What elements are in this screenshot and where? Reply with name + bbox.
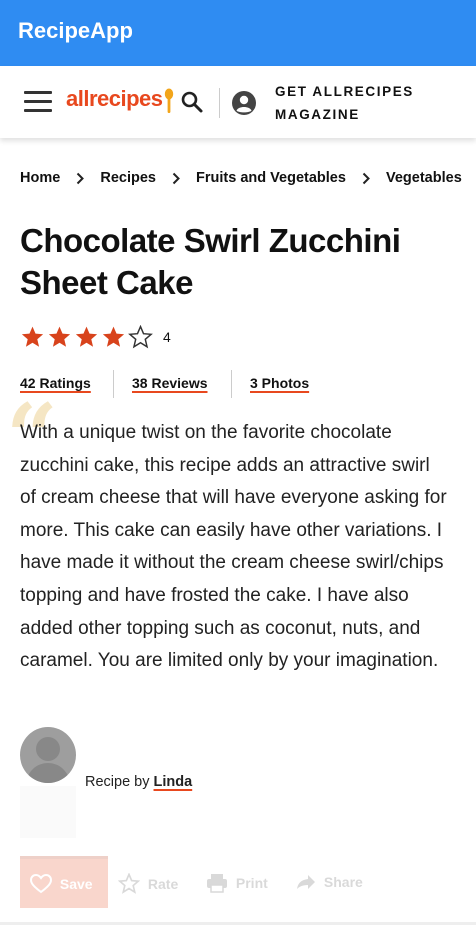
avatar[interactable] <box>20 727 76 783</box>
menu-icon[interactable] <box>24 91 52 113</box>
breadcrumb-home[interactable]: Home <box>20 170 60 186</box>
photos-link[interactable]: 3 Photos <box>250 375 309 391</box>
magazine-line1: GET ALLRECIPES <box>275 84 414 99</box>
breadcrumb-fruits-vegetables[interactable]: Fruits and Vegetables <box>196 170 346 186</box>
stats-divider <box>231 370 232 398</box>
print-label: Print <box>235 875 268 891</box>
chevron-right-icon <box>172 172 180 184</box>
heart-icon <box>29 873 53 894</box>
star-outline-icon <box>117 872 141 894</box>
star-filled-icon <box>21 326 44 347</box>
rating-count: 4 <box>163 329 171 345</box>
star-filled-icon <box>102 326 125 347</box>
author-link[interactable]: Linda <box>154 774 193 790</box>
breadcrumb: Home Recipes Fruits and Vegetables Veget… <box>20 170 476 190</box>
reviews-link[interactable]: 38 Reviews <box>132 375 208 391</box>
star-filled-icon <box>75 326 98 347</box>
breadcrumb-recipes[interactable]: Recipes <box>100 170 156 186</box>
header-divider <box>219 88 220 118</box>
chevron-right-icon <box>77 172 85 184</box>
app-title: RecipeApp <box>18 18 133 43</box>
account-icon[interactable] <box>231 90 257 116</box>
recipe-byline: Recipe by Linda <box>85 774 192 790</box>
star-rating[interactable]: 4 <box>20 325 171 349</box>
breadcrumb-vegetables[interactable]: Vegetables <box>386 170 462 186</box>
share-arrow-icon <box>297 875 315 890</box>
recipe-description: With a unique twist on the favorite choc… <box>20 422 447 672</box>
spoon-icon <box>164 88 174 113</box>
rate-button[interactable]: Rate <box>117 872 179 894</box>
share-label: Share <box>323 874 363 891</box>
app-bar: RecipeApp <box>0 0 476 66</box>
chevron-right-icon <box>362 172 370 184</box>
search-icon[interactable] <box>180 90 204 114</box>
printer-icon <box>207 874 227 893</box>
share-button[interactable]: Share <box>296 873 363 890</box>
print-button[interactable]: Print <box>206 873 268 893</box>
byline-prefix: Recipe by <box>85 774 150 790</box>
star-empty-icon <box>128 325 153 349</box>
rate-label: Rate <box>147 875 179 892</box>
stats-divider <box>113 370 114 398</box>
save-button[interactable]: Save <box>20 856 108 908</box>
action-bar: Save Rate Print Share <box>20 856 372 908</box>
site-logo[interactable]: allrecipes <box>66 86 163 112</box>
avatar-placeholder <box>20 786 76 838</box>
site-header: allrecipes GET ALLRECIPES MAGAZINE <box>0 66 476 138</box>
save-label: Save <box>59 876 93 892</box>
star-filled-icon <box>48 326 71 347</box>
recipe-title: Chocolate Swirl Zucchini Sheet Cake <box>20 222 401 301</box>
magazine-link[interactable]: GET ALLRECIPES MAGAZINE <box>275 80 414 126</box>
magazine-line2: MAGAZINE <box>275 107 360 122</box>
